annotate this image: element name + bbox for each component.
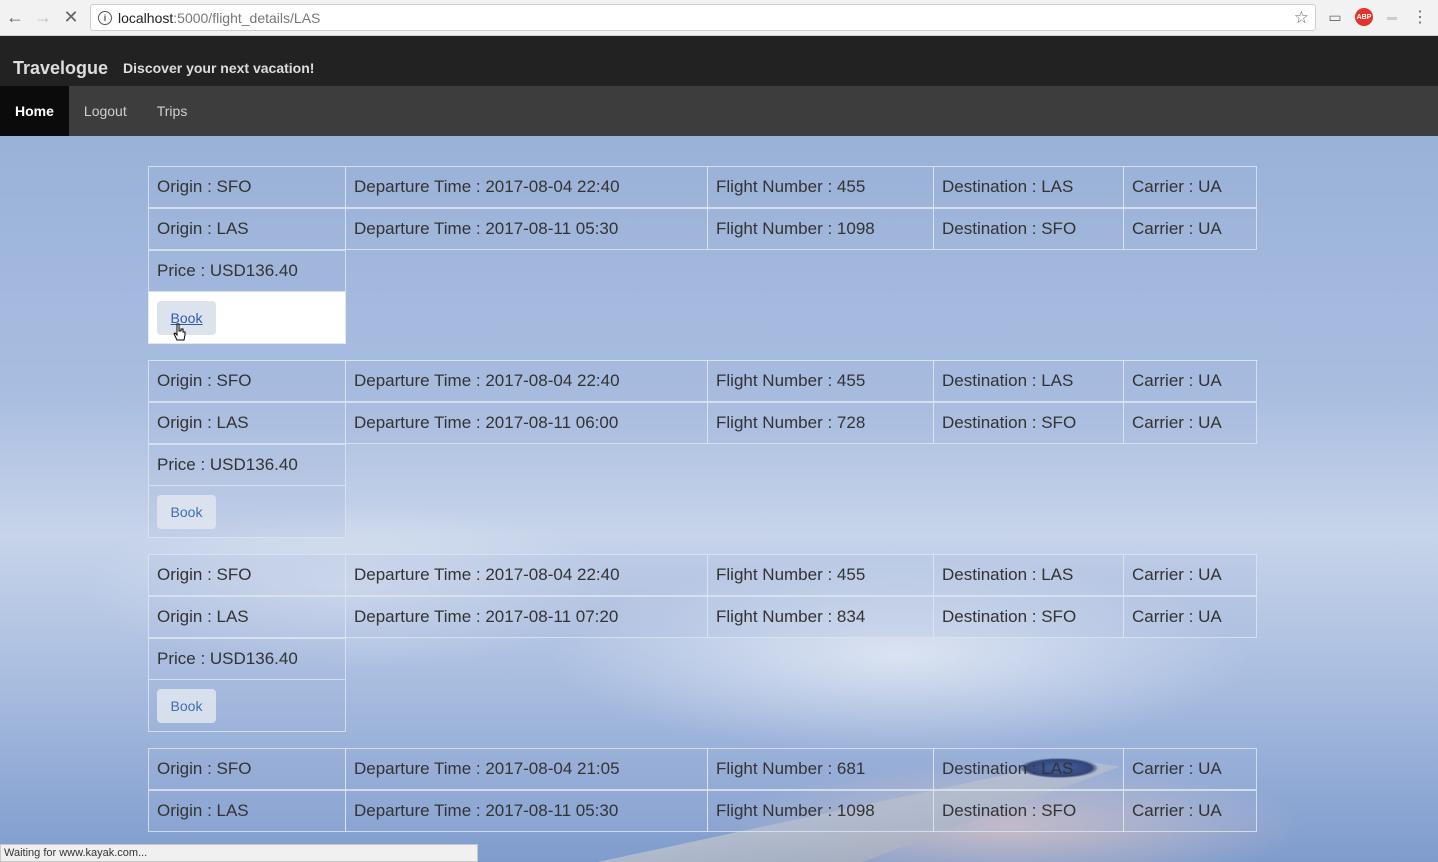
price-row: Price : USD136.40 xyxy=(148,638,1258,680)
nav-item-trips[interactable]: Trips xyxy=(142,86,203,136)
browser-toolbar: ← → ✕ i localhost:5000/flight_details/LA… xyxy=(0,0,1438,36)
flight-leg-row: Origin : LAS Departure Time : 2017-08-11… xyxy=(148,402,1258,444)
flight-leg-row: Origin : SFO Departure Time : 2017-08-04… xyxy=(148,554,1258,596)
flight-leg-row: Origin : LAS Departure Time : 2017-08-11… xyxy=(148,208,1258,250)
flight-option: Origin : SFO Departure Time : 2017-08-04… xyxy=(148,166,1258,344)
destination-cell: Destination : SFO xyxy=(933,402,1124,444)
tagline: Discover your next vacation! xyxy=(123,60,315,76)
forward-arrow-icon[interactable]: → xyxy=(30,5,56,31)
origin-cell: Origin : SFO xyxy=(148,748,346,790)
extension-icon[interactable]: ▬ xyxy=(1383,8,1401,26)
flight-leg-row: Origin : SFO Departure Time : 2017-08-04… xyxy=(148,166,1258,208)
book-button[interactable]: Book xyxy=(157,688,216,723)
info-icon[interactable]: i xyxy=(98,10,112,25)
carrier-cell: Carrier : UA xyxy=(1123,208,1257,250)
carrier-cell: Carrier : UA xyxy=(1123,402,1257,444)
departure-time-cell: Departure Time : 2017-08-11 05:30 xyxy=(345,208,708,250)
origin-cell: Origin : LAS xyxy=(148,596,346,638)
origin-cell: Origin : LAS xyxy=(148,208,346,250)
price-cell: Price : USD136.40 xyxy=(148,638,346,680)
site-header: Travelogue Discover your next vacation! xyxy=(0,36,1438,86)
flight-option: Origin : SFO Departure Time : 2017-08-04… xyxy=(148,360,1258,538)
carrier-cell: Carrier : UA xyxy=(1123,596,1257,638)
flight-number-cell: Flight Number : 681 xyxy=(707,748,934,790)
origin-cell: Origin : SFO xyxy=(148,166,346,208)
carrier-cell: Carrier : UA xyxy=(1123,554,1257,596)
hand-cursor-icon xyxy=(173,323,186,341)
cast-icon[interactable]: ▭ xyxy=(1326,8,1344,26)
price-cell: Price : USD136.40 xyxy=(148,444,346,486)
flight-number-cell: Flight Number : 834 xyxy=(707,596,934,638)
destination-cell: Destination : SFO xyxy=(933,790,1124,832)
carrier-cell: Carrier : UA xyxy=(1123,790,1257,832)
price-cell: Price : USD136.40 xyxy=(148,250,346,292)
carrier-cell: Carrier : UA xyxy=(1123,166,1257,208)
browser-menu-icon[interactable]: ⋮ xyxy=(1411,8,1429,26)
adblock-plus-icon[interactable]: ABP xyxy=(1355,8,1373,26)
destination-cell: Destination : LAS xyxy=(933,554,1124,596)
book-button[interactable]: Book xyxy=(157,494,216,529)
origin-cell: Origin : LAS xyxy=(148,790,346,832)
price-row: Price : USD136.40 xyxy=(148,250,1258,292)
nav-item-home[interactable]: Home xyxy=(0,86,69,136)
flight-leg-row: Origin : LAS Departure Time : 2017-08-11… xyxy=(148,596,1258,638)
brand-logo[interactable]: Travelogue xyxy=(13,58,108,79)
departure-time-cell: Departure Time : 2017-08-04 22:40 xyxy=(345,554,708,596)
browser-status-bar: Waiting for www.kayak.com... xyxy=(0,844,478,862)
destination-cell: Destination : SFO xyxy=(933,596,1124,638)
origin-cell: Origin : SFO xyxy=(148,360,346,402)
departure-time-cell: Departure Time : 2017-08-04 22:40 xyxy=(345,360,708,402)
destination-cell: Destination : LAS xyxy=(933,360,1124,402)
departure-time-cell: Departure Time : 2017-08-11 07:20 xyxy=(345,596,708,638)
back-arrow-icon[interactable]: ← xyxy=(2,5,28,31)
flight-option: Origin : SFO Departure Time : 2017-08-04… xyxy=(148,554,1258,732)
departure-time-cell: Departure Time : 2017-08-11 05:30 xyxy=(345,790,708,832)
bookmark-star-icon[interactable]: ☆ xyxy=(1294,8,1309,28)
url-path: :5000/flight_details/LAS xyxy=(173,9,321,26)
book-cell: Book xyxy=(148,486,346,538)
destination-cell: Destination : LAS xyxy=(933,166,1124,208)
carrier-cell: Carrier : UA xyxy=(1123,360,1257,402)
carrier-cell: Carrier : UA xyxy=(1123,748,1257,790)
departure-time-cell: Departure Time : 2017-08-11 06:00 xyxy=(345,402,708,444)
flight-number-cell: Flight Number : 1098 xyxy=(707,208,934,250)
flight-number-cell: Flight Number : 455 xyxy=(707,360,934,402)
flight-number-cell: Flight Number : 455 xyxy=(707,554,934,596)
origin-cell: Origin : SFO xyxy=(148,554,346,596)
destination-cell: Destination : SFO xyxy=(933,208,1124,250)
flight-option: Origin : SFO Departure Time : 2017-08-04… xyxy=(148,748,1258,832)
departure-time-cell: Departure Time : 2017-08-04 22:40 xyxy=(345,166,708,208)
nav-item-logout[interactable]: Logout xyxy=(69,86,142,136)
flight-leg-row: Origin : LAS Departure Time : 2017-08-11… xyxy=(148,790,1258,832)
origin-cell: Origin : LAS xyxy=(148,402,346,444)
url-host: localhost xyxy=(118,9,174,26)
flight-number-cell: Flight Number : 455 xyxy=(707,166,934,208)
flight-leg-row: Origin : SFO Departure Time : 2017-08-04… xyxy=(148,748,1258,790)
departure-time-cell: Departure Time : 2017-08-04 21:05 xyxy=(345,748,708,790)
main-nav: Home Logout Trips xyxy=(0,86,1438,136)
destination-cell: Destination : LAS xyxy=(933,748,1124,790)
flight-leg-row: Origin : SFO Departure Time : 2017-08-04… xyxy=(148,360,1258,402)
stop-loading-icon[interactable]: ✕ xyxy=(58,5,84,31)
book-cell: Book xyxy=(148,680,346,732)
price-row: Price : USD136.40 xyxy=(148,444,1258,486)
address-bar[interactable]: i localhost:5000/flight_details/LAS ☆ xyxy=(90,4,1316,31)
flight-number-cell: Flight Number : 728 xyxy=(707,402,934,444)
flight-number-cell: Flight Number : 1098 xyxy=(707,790,934,832)
